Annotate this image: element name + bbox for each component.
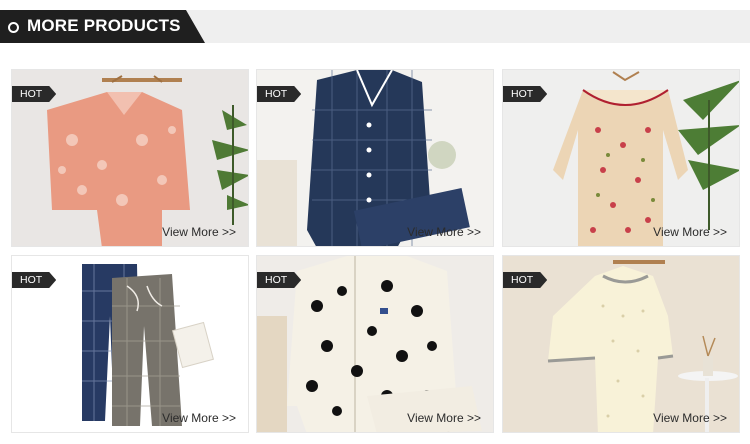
view-more-link[interactable]: View More >> — [653, 225, 727, 239]
product-card[interactable]: HOT View More >> — [502, 255, 740, 433]
hot-badge: HOT — [503, 86, 547, 102]
view-more-link[interactable]: View More >> — [653, 411, 727, 425]
hot-badge: HOT — [12, 272, 56, 288]
view-more-link[interactable]: View More >> — [162, 411, 236, 425]
section-title: MORE PRODUCTS — [27, 16, 181, 35]
hot-badge: HOT — [257, 86, 301, 102]
product-card[interactable]: HOT View More >> — [256, 69, 494, 247]
view-more-link[interactable]: View More >> — [162, 225, 236, 239]
view-more-link[interactable]: View More >> — [407, 225, 481, 239]
hot-badge: HOT — [503, 272, 547, 288]
product-card[interactable]: HOT View More >> — [11, 255, 249, 433]
circle-icon — [8, 22, 19, 33]
view-more-link[interactable]: View More >> — [407, 411, 481, 425]
hot-badge: HOT — [12, 86, 56, 102]
product-grid: HOT View More >> HOT View More >> HOT Vi… — [11, 69, 740, 433]
product-card[interactable]: HOT View More >> — [11, 69, 249, 247]
product-card[interactable]: HOT View More >> — [502, 69, 740, 247]
section-header: MORE PRODUCTS — [0, 10, 750, 43]
hot-badge: HOT — [257, 272, 301, 288]
product-card[interactable]: HOT View More >> — [256, 255, 494, 433]
